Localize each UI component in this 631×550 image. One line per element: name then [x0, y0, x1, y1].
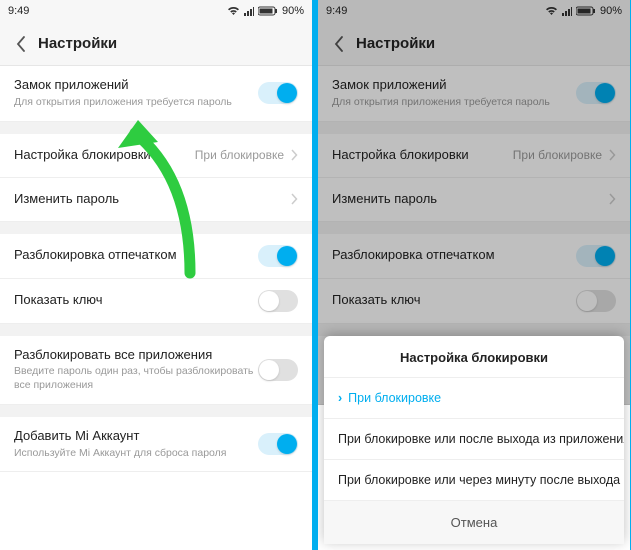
- row-label: Изменить пароль: [332, 191, 608, 208]
- toggle-show-key[interactable]: [576, 290, 616, 312]
- wifi-icon: [545, 6, 558, 16]
- chevron-left-icon: [334, 36, 344, 52]
- modal-cancel-button[interactable]: Отмена: [324, 500, 624, 544]
- row-subtitle: Для открытия приложения требуется пароль: [14, 96, 258, 110]
- modal-option-on-lock-or-exit[interactable]: При блокировке или после выхода из прило…: [324, 418, 624, 459]
- app-header: Настройки: [318, 22, 630, 66]
- row-value: При блокировке: [195, 148, 284, 162]
- modal-option-on-lock-or-minute[interactable]: При блокировке или через минуту после вы…: [324, 459, 624, 500]
- toggle-app-lock[interactable]: [576, 82, 616, 104]
- phone-screenshot-right: 9:49 90% Настройки Замок: [318, 0, 630, 550]
- wifi-icon: [227, 6, 240, 16]
- status-bar: 9:49 90%: [318, 0, 630, 22]
- page-title: Настройки: [356, 35, 435, 52]
- row-show-key[interactable]: Показать ключ: [0, 279, 312, 324]
- status-time: 9:49: [326, 5, 347, 17]
- row-mi-account[interactable]: Добавить Mi Аккаунт Используйте Mi Аккау…: [0, 417, 312, 473]
- modal-option-on-lock[interactable]: При блокировке: [324, 377, 624, 418]
- row-subtitle: Используйте Mi Аккаунт для сброса пароля: [14, 447, 258, 461]
- battery-percent: 90%: [600, 5, 622, 17]
- toggle-mi-account[interactable]: [258, 433, 298, 455]
- toggle-unlock-all[interactable]: [258, 359, 298, 381]
- page-title: Настройки: [38, 35, 117, 52]
- signal-icon: [244, 6, 254, 16]
- row-fingerprint[interactable]: Разблокировка отпечатком: [0, 234, 312, 279]
- back-button[interactable]: [4, 27, 38, 61]
- chevron-right-icon: [608, 149, 616, 161]
- section-divider: [318, 324, 630, 336]
- phone-screenshot-left: 9:49 90% Настройки Замок: [0, 0, 312, 550]
- row-lock-setting[interactable]: Настройка блокировки При блокировке: [318, 134, 630, 178]
- signal-icon: [562, 6, 572, 16]
- row-label: Замок приложений: [332, 77, 576, 94]
- toggle-app-lock[interactable]: [258, 82, 298, 104]
- row-lock-setting[interactable]: Настройка блокировки При блокировке: [0, 134, 312, 178]
- chevron-right-icon: [608, 193, 616, 205]
- status-time: 9:49: [8, 5, 29, 17]
- row-change-password[interactable]: Изменить пароль: [318, 178, 630, 222]
- chevron-right-icon: [290, 193, 298, 205]
- row-label: Настройка блокировки: [14, 147, 195, 164]
- row-change-password[interactable]: Изменить пароль: [0, 178, 312, 222]
- row-subtitle: Для открытия приложения требуется пароль: [332, 96, 576, 110]
- battery-icon: [258, 6, 278, 16]
- row-value: При блокировке: [513, 148, 602, 162]
- row-label: Разблокировать все приложения: [14, 347, 258, 364]
- row-app-lock[interactable]: Замок приложений Для открытия приложения…: [0, 66, 312, 122]
- section-divider: [0, 122, 312, 134]
- section-divider: [318, 122, 630, 134]
- row-fingerprint[interactable]: Разблокировка отпечатком: [318, 234, 630, 279]
- row-app-lock[interactable]: Замок приложений Для открытия приложения…: [318, 66, 630, 122]
- row-label: Изменить пароль: [14, 191, 290, 208]
- row-label: Добавить Mi Аккаунт: [14, 428, 258, 445]
- battery-icon: [576, 6, 596, 16]
- toggle-fingerprint[interactable]: [258, 245, 298, 267]
- toggle-show-key[interactable]: [258, 290, 298, 312]
- app-header: Настройки: [0, 22, 312, 66]
- row-subtitle: Введите пароль один раз, чтобы разблокир…: [14, 365, 258, 392]
- row-label: Замок приложений: [14, 77, 258, 94]
- lock-setting-modal: Настройка блокировки При блокировке При …: [324, 336, 624, 544]
- row-unlock-all[interactable]: Разблокировать все приложения Введите па…: [0, 336, 312, 405]
- section-divider: [0, 405, 312, 417]
- battery-percent: 90%: [282, 5, 304, 17]
- status-bar: 9:49 90%: [0, 0, 312, 22]
- section-divider: [318, 222, 630, 234]
- chevron-left-icon: [16, 36, 26, 52]
- row-label: Разблокировка отпечатком: [332, 247, 576, 264]
- back-button[interactable]: [322, 27, 356, 61]
- row-label: Показать ключ: [14, 292, 258, 309]
- row-label: Разблокировка отпечатком: [14, 247, 258, 264]
- section-divider: [0, 324, 312, 336]
- modal-title: Настройка блокировки: [324, 336, 624, 377]
- row-label: Показать ключ: [332, 292, 576, 309]
- chevron-right-icon: [290, 149, 298, 161]
- row-show-key[interactable]: Показать ключ: [318, 279, 630, 324]
- toggle-fingerprint[interactable]: [576, 245, 616, 267]
- row-label: Настройка блокировки: [332, 147, 513, 164]
- section-divider: [0, 222, 312, 234]
